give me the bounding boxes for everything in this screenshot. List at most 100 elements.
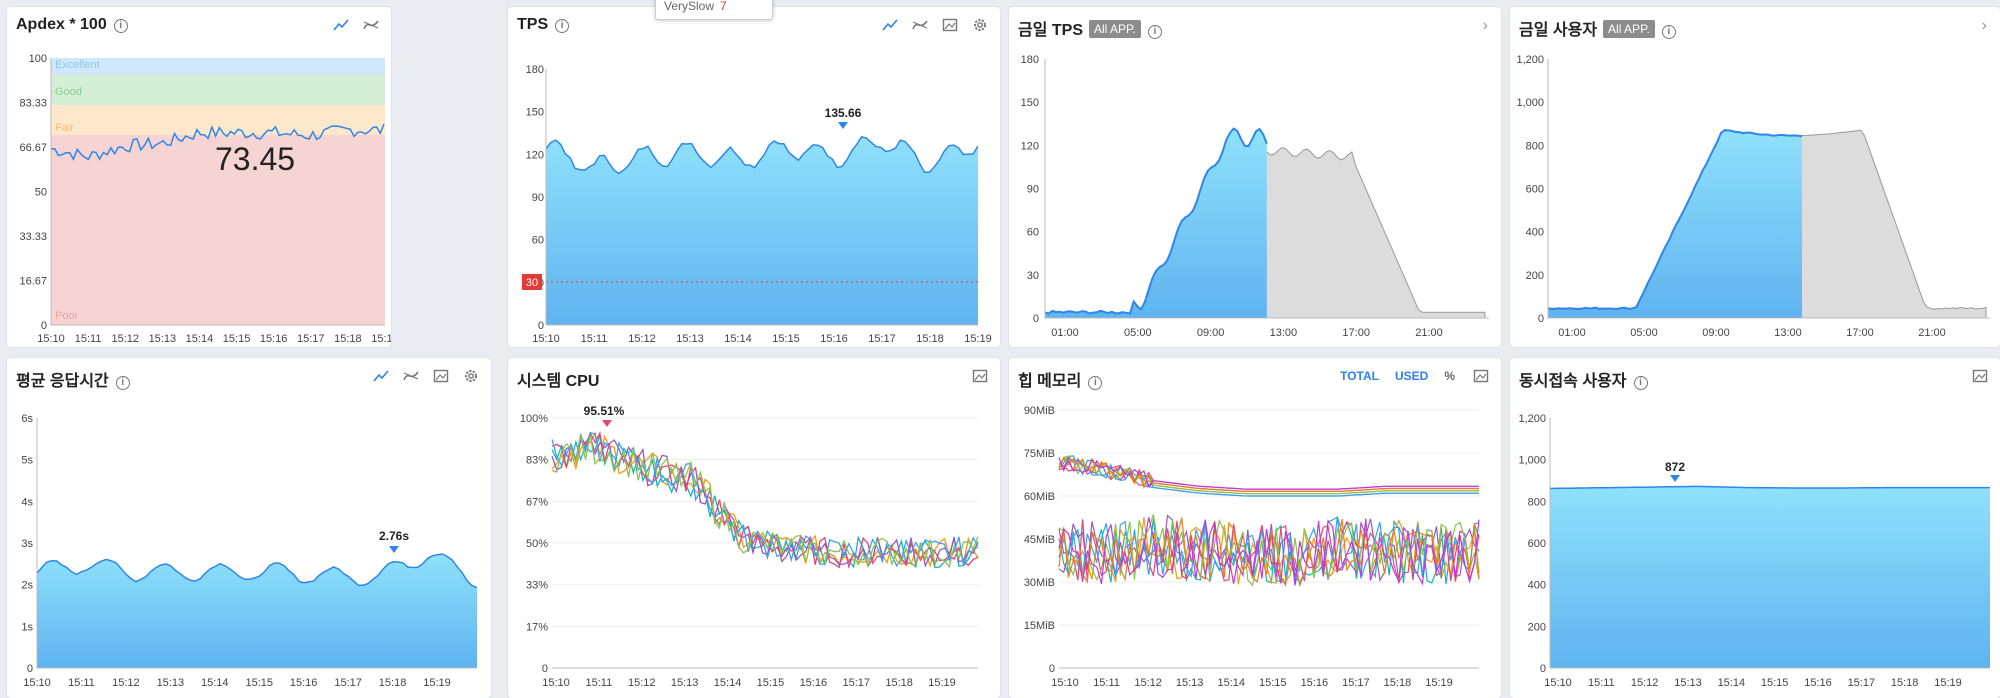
x-tick-label: 15:12 xyxy=(628,333,656,345)
x-tick-label: 15:14 xyxy=(724,333,752,345)
y-tick-label: 1,000 xyxy=(1518,455,1546,467)
y-tick-label: 16.67 xyxy=(19,276,47,288)
x-tick-label: 15:18 xyxy=(1891,677,1919,689)
y-tick-label: 0 xyxy=(1540,663,1546,675)
y-tick-label: 0 xyxy=(41,320,47,332)
today-users-panel: 금일 사용자 All APP. i › 1,200 1,000 800 600 400 200… xyxy=(1510,7,2000,347)
x-tick-label: 15:15 xyxy=(223,333,251,345)
y-tick-label: 100% xyxy=(520,413,548,425)
x-tick-label: 15:16 xyxy=(1804,677,1832,689)
x-tick-label: 15:11 xyxy=(75,333,102,345)
x-tick-label: 15:11 xyxy=(581,333,608,345)
x-tick-label: 17:00 xyxy=(1846,327,1874,339)
x-tick-label: 15:12 xyxy=(112,677,140,689)
x-tick-label: 15:14 xyxy=(714,677,742,689)
concurrent-users-panel: 동시접속 사용자 i 1,200 1,000 800 600 400 200 0 872 15… xyxy=(1510,358,2000,698)
y-tick-label: 30MiB xyxy=(1024,577,1055,589)
x-tick-label: 15:14 xyxy=(201,677,229,689)
y-tick-label: 120 xyxy=(1021,140,1039,152)
x-tick-label: 13:00 xyxy=(1774,327,1802,339)
x-tick-label: 15:13 xyxy=(1176,677,1204,689)
heap-memory-panel: 힙 메모리 i TOTAL USED % 90MiB 75MiB 60MiB 45MiB… xyxy=(1009,358,1501,698)
y-tick-label: 0 xyxy=(27,663,33,675)
x-tick-label: 01:00 xyxy=(1558,327,1586,339)
y-tick-label: 17% xyxy=(526,621,548,633)
y-tick-label: 600 xyxy=(1526,184,1544,196)
y-tick-label: 800 xyxy=(1528,496,1546,508)
x-tick-label: 15:17 xyxy=(842,677,870,689)
x-tick-label: 21:00 xyxy=(1415,327,1443,339)
x-tick-label: 05:00 xyxy=(1124,327,1152,339)
x-tick-label: 15:17 xyxy=(297,333,325,345)
y-tick-label: 30 xyxy=(1027,270,1039,282)
y-tick-label: 1,200 xyxy=(1516,54,1544,66)
x-tick-label: 15:13 xyxy=(149,333,177,345)
system-cpu-chart: 100% 83% 67% 50% 33% 17% 0 95.51% 15:10 15:11 15… xyxy=(520,404,979,689)
x-tick-label: 15:13 xyxy=(676,333,704,345)
x-tick-label: 15:11 xyxy=(586,677,613,689)
y-tick-label: 5s xyxy=(21,455,33,467)
tps-threshold: 30 xyxy=(526,277,538,289)
y-tick-label: 3s xyxy=(21,538,33,550)
x-tick-label: 15:19 xyxy=(423,677,451,689)
heap-total-line xyxy=(1058,455,1479,497)
band-excellent: Excellent xyxy=(55,59,100,71)
system-cpu-panel: 시스템 CPU 100% 83% 67% 50% 33% 17% 0 95.51% 15:1… xyxy=(508,358,1000,698)
x-tick-label: 15:17 xyxy=(334,677,362,689)
x-tick-label: 13:00 xyxy=(1270,327,1298,339)
x-tick-label: 15:18 xyxy=(334,333,362,345)
x-tick-label: 09:00 xyxy=(1702,327,1730,339)
today-tps-panel: 금일 TPS All APP. i › 180 150 120 90 60 30 0 01:00… xyxy=(1009,7,1501,347)
x-tick-label: 15:15 xyxy=(1259,677,1287,689)
x-tick-label: 15:10 xyxy=(542,677,570,689)
cpu-peak-label: 95.51% xyxy=(584,404,625,418)
y-tick-label: 150 xyxy=(1021,97,1039,109)
x-tick-label: 15:19 xyxy=(928,677,956,689)
cpu-series-line xyxy=(551,431,979,568)
y-tick-label: 0 xyxy=(1049,663,1055,675)
heap-memory-chart: 90MiB 75MiB 60MiB 45MiB 30MiB 15MiB 0 15:10 15:… xyxy=(1024,405,1480,689)
band-poor: Poor xyxy=(55,310,79,322)
y-tick-label: 600 xyxy=(1528,538,1546,550)
x-tick-label: 17:00 xyxy=(1342,327,1370,339)
response-time-panel: 평균 응답시간 i 6s 5s 4s 3s 2s 1s 0 2.76s 15:10 15:11 1… xyxy=(7,358,491,698)
x-tick-label: 15:16 xyxy=(1301,677,1329,689)
y-tick-label: 33.33 xyxy=(19,231,47,243)
x-tick-label: 15:13 xyxy=(157,677,185,689)
y-tick-label: 45MiB xyxy=(1024,534,1055,546)
y-tick-label: 83% xyxy=(526,455,548,467)
x-tick-label: 01:00 xyxy=(1051,327,1079,339)
y-tick-label: 0 xyxy=(1033,313,1039,325)
y-tick-label: 4s xyxy=(21,496,33,508)
y-tick-label: 1,200 xyxy=(1518,413,1546,425)
x-tick-label: 15:10 xyxy=(1051,677,1079,689)
x-tick-label: 15:17 xyxy=(1848,677,1876,689)
y-tick-label: 800 xyxy=(1526,140,1544,152)
x-tick-label: 15:17 xyxy=(1342,677,1370,689)
y-tick-label: 0 xyxy=(538,320,544,332)
y-tick-label: 83.33 xyxy=(19,98,47,110)
x-tick-label: 15:19 xyxy=(964,333,992,345)
band-good: Good xyxy=(55,86,82,98)
today-tps-chart: 180 150 120 90 60 30 0 01:00 05:00 09:00 13:00 17:… xyxy=(1021,54,1489,339)
tps-peak-label: 135.66 xyxy=(825,106,862,120)
response-peak-label: 2.76s xyxy=(379,529,409,543)
x-tick-label: 15:14 xyxy=(1217,677,1245,689)
tooltip: VerySlow 7 xyxy=(655,0,773,20)
x-tick-label: 05:00 xyxy=(1630,327,1658,339)
x-tick-label: 15:12 xyxy=(111,333,139,345)
x-tick-label: 15:15 xyxy=(772,333,800,345)
x-tick-label: 15:18 xyxy=(1384,677,1412,689)
y-tick-label: 400 xyxy=(1528,580,1546,592)
y-tick-label: 180 xyxy=(526,64,544,76)
y-tick-label: 50 xyxy=(35,187,47,199)
x-tick-label: 15:11 xyxy=(1093,677,1120,689)
y-tick-label: 200 xyxy=(1526,270,1544,282)
x-tick-label: 15:10 xyxy=(37,333,65,345)
apdex-panel: Apdex * 100 i Excellent Good Fair Poor 10… xyxy=(7,7,391,347)
x-tick-label: 15:12 xyxy=(1631,677,1659,689)
y-tick-label: 2s xyxy=(21,580,33,592)
y-tick-label: 1,000 xyxy=(1516,97,1544,109)
y-tick-label: 15MiB xyxy=(1024,620,1055,632)
y-tick-label: 75MiB xyxy=(1024,448,1055,460)
